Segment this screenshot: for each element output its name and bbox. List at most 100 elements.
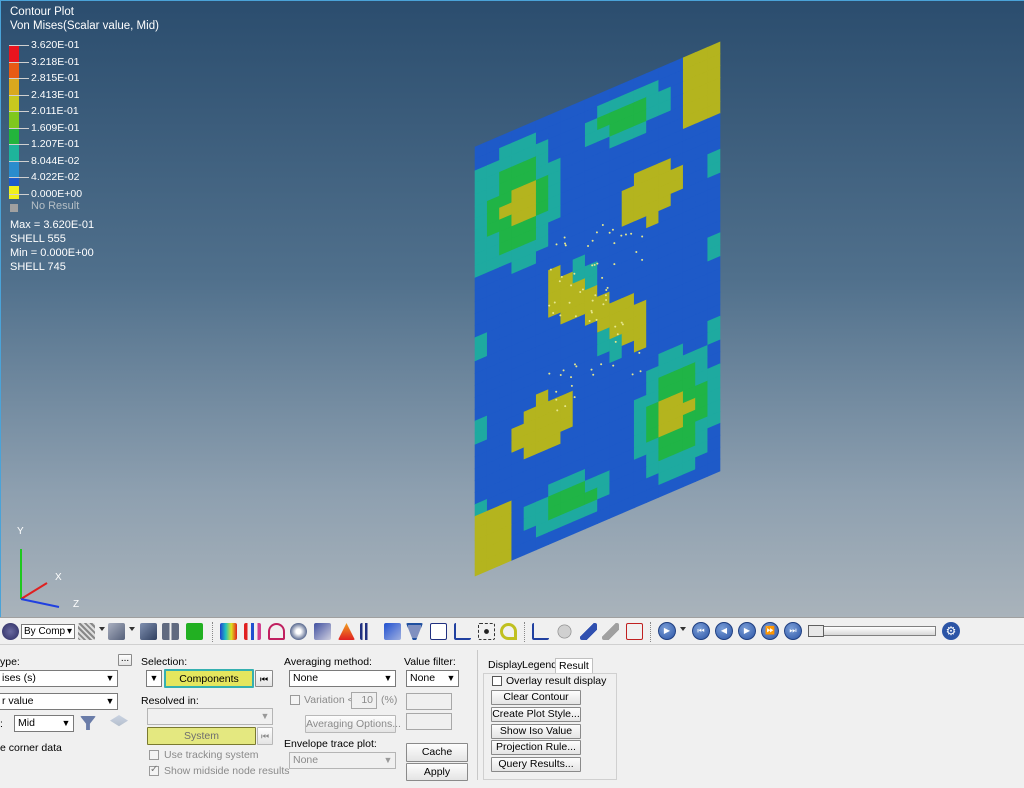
averaging-select[interactable]: None ▼ [289, 670, 396, 687]
variation-checkbox[interactable] [290, 695, 300, 705]
mesh-cube-dropdown-icon[interactable] [99, 627, 105, 631]
overlay-checkbox[interactable] [492, 676, 502, 686]
pen-icon[interactable] [580, 623, 597, 640]
create-plot-style-button[interactable]: Create Plot Style... [491, 707, 581, 722]
deformed-shape-icon[interactable] [268, 623, 285, 640]
animation-mode-dropdown-icon[interactable] [680, 627, 686, 631]
node-marker [588, 320, 591, 323]
legend-tick [9, 177, 29, 178]
node-marker [556, 409, 559, 412]
component-color-icon[interactable] [2, 623, 19, 640]
graphics-viewport[interactable]: Contour Plot Von Mises(Scalar value, Mid… [0, 0, 1024, 617]
tab-legend[interactable]: Legend [519, 658, 560, 673]
node-marker [600, 363, 603, 366]
value-filter-select[interactable]: None ▼ [406, 670, 459, 687]
filter-max-input[interactable] [406, 713, 452, 730]
node-marker [593, 263, 596, 266]
contour-model[interactable] [1, 1, 1024, 617]
gear-icon[interactable]: ⚙ [942, 622, 960, 640]
transform-icon[interactable] [478, 623, 495, 640]
system-icon[interactable] [532, 623, 549, 640]
play-backward-button[interactable]: ◀ [715, 622, 733, 640]
reset-system-button[interactable]: ⏮ [257, 727, 273, 745]
animation-mode-icon[interactable]: ▶ [658, 622, 676, 640]
filter-min-input[interactable] [406, 693, 452, 710]
show-iso-value-button[interactable]: Show Iso Value [491, 724, 581, 739]
node-marker [601, 276, 604, 279]
layers-icon[interactable] [110, 715, 128, 727]
fx-plot-icon[interactable] [360, 623, 377, 640]
green-blocks-icon[interactable] [186, 623, 203, 640]
next-frame-button[interactable]: ⏩ [761, 622, 779, 640]
contour-icon[interactable] [220, 623, 237, 640]
panel-divider [477, 650, 478, 780]
measure-icon[interactable] [454, 623, 471, 640]
node-marker [605, 299, 608, 302]
node-marker [621, 323, 624, 326]
toolbar-separator [524, 622, 526, 642]
toolbar-separator [650, 622, 652, 642]
tab-result[interactable]: Result [555, 658, 593, 673]
projection-rule-button[interactable]: Projection Rule... [491, 740, 581, 755]
node-marker [612, 364, 615, 367]
notes-icon[interactable] [430, 623, 447, 640]
components-button[interactable]: Components [164, 669, 254, 688]
legend-swatch [9, 45, 19, 62]
animation-slider[interactable] [808, 626, 936, 636]
result-type-select[interactable]: ises (s) ▼ [0, 670, 118, 687]
node-marker [641, 258, 644, 261]
results-toolbar: By Comp ▶ ⏮ ◀ ▶ ⏩ ⏭ ⚙ [0, 617, 1024, 645]
layer-select[interactable]: Mid ▼ [14, 715, 74, 732]
last-frame-button[interactable]: ⏭ [784, 622, 802, 640]
value-filter-value: None [410, 672, 436, 684]
tensor-plot-icon[interactable] [338, 623, 355, 640]
shaded-cube-icon[interactable] [108, 623, 125, 640]
play-button[interactable]: ▶ [738, 622, 756, 640]
scalar-type-select[interactable]: r value ▼ [0, 693, 118, 710]
legend-level-label: 1.207E-01 [31, 138, 80, 150]
system-button[interactable]: System [147, 727, 256, 745]
animation-slider-thumb[interactable] [808, 625, 824, 637]
variation-label: Variation < [304, 694, 354, 706]
mesh-sphere-icon[interactable] [290, 623, 307, 640]
node-marker [563, 236, 566, 239]
variation-input[interactable]: 10 [351, 692, 377, 709]
selection-type-select[interactable]: ▼ [146, 670, 162, 687]
filter-icon[interactable] [80, 716, 96, 730]
cache-button[interactable]: Cache [406, 743, 468, 762]
comment-icon[interactable] [556, 623, 573, 640]
reset-selection-button[interactable]: ⏮ [255, 670, 273, 687]
filter-plot-icon[interactable] [406, 623, 423, 640]
legend-level-label: 1.609E-01 [31, 121, 80, 134]
color-mode-value: By Comp [24, 626, 66, 637]
node-marker [616, 333, 619, 336]
resolved-in-select[interactable]: ▼ [147, 708, 273, 725]
triad-y-label: Y [17, 526, 24, 537]
legend-subtitle: Von Mises(Scalar value, Mid) [10, 20, 159, 32]
midside-checkbox[interactable] [149, 764, 159, 776]
vector-plot-icon[interactable] [314, 623, 331, 640]
apply-button[interactable]: Apply [406, 763, 468, 781]
legend-swatch [9, 111, 19, 128]
assigned-plot-icon[interactable] [244, 623, 261, 640]
first-frame-button[interactable]: ⏮ [692, 622, 710, 640]
chevron-down-icon: ▼ [258, 709, 272, 724]
mesh-cube-icon[interactable] [78, 623, 95, 640]
mirror-icon[interactable] [162, 623, 179, 640]
legend-level-label: 0.000E+00 [31, 187, 83, 200]
more-options-button[interactable]: ... [118, 654, 132, 666]
shaded-cube-dropdown-icon[interactable] [129, 627, 135, 631]
tracking-checkbox[interactable] [149, 750, 159, 760]
chart-icon[interactable] [626, 623, 643, 640]
color-mode-select[interactable]: By Comp [21, 624, 75, 639]
cut-section-icon[interactable] [140, 623, 157, 640]
tracking-icon[interactable] [500, 623, 517, 640]
edit-icon[interactable] [602, 623, 619, 640]
result-tab-panel: Overlay result display Clear Contour Cre… [483, 673, 617, 780]
envelope-select[interactable]: None ▼ [289, 752, 396, 769]
averaging-options-button[interactable]: Averaging Options... [305, 715, 401, 733]
clear-contour-button[interactable]: Clear Contour [491, 690, 581, 705]
node-marker [624, 233, 627, 236]
query-results-button[interactable]: Query Results... [491, 757, 581, 772]
streamline-icon[interactable] [384, 623, 401, 640]
